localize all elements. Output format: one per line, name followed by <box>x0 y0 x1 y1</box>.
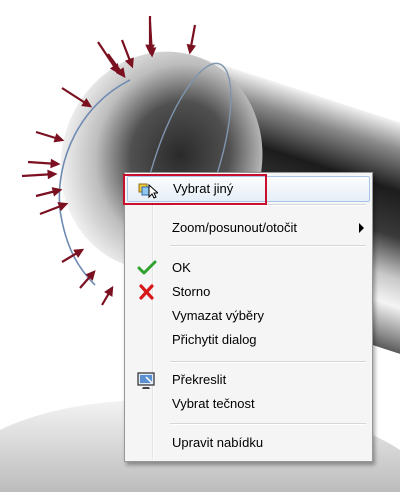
menu-separator <box>170 245 366 247</box>
menu-item-select-tangency[interactable]: Vybrat tečnost <box>127 392 370 416</box>
menu-item-redraw[interactable]: Překreslit <box>127 368 370 392</box>
menu-item-label: Překreslit <box>172 372 227 387</box>
redraw-icon <box>137 372 155 389</box>
force-arrow-head <box>50 158 61 169</box>
menu-item-cancel[interactable]: Storno <box>127 280 370 304</box>
menu-item-label: Vybrat tečnost <box>172 396 255 411</box>
menu-item-customize-menu[interactable]: Upravit nabídku <box>127 431 370 455</box>
force-arrow-head <box>57 202 69 212</box>
force-arrow-head <box>186 43 197 55</box>
menu-item-clear-selections[interactable]: Vymazat výběry <box>127 304 370 328</box>
menu-item-label: Upravit nabídku <box>172 435 264 450</box>
menu-item-label: Storno <box>172 284 211 299</box>
context-menu: Vybrat jiný Zoom/posunout/otočit OK Stor… <box>124 172 373 462</box>
menu-item-label: OK <box>172 260 191 275</box>
force-arrow-head <box>47 169 58 180</box>
menu-separator <box>170 361 366 363</box>
green-check-icon <box>137 260 157 276</box>
submenu-arrow-icon <box>359 223 364 233</box>
menu-item-label: Vymazat výběry <box>172 308 264 323</box>
force-arrow-head <box>104 285 114 297</box>
select-other-icon <box>138 181 160 199</box>
menu-item-label: Přichytit dialog <box>172 332 257 347</box>
menu-separator <box>170 204 366 206</box>
menu-item-ok[interactable]: OK <box>127 256 370 280</box>
force-arrow-head <box>53 133 65 143</box>
menu-item-zoom-pan-rotate[interactable]: Zoom/posunout/otočit <box>127 216 370 240</box>
menu-item-dock-dialog[interactable]: Přichytit dialog <box>127 328 370 352</box>
menu-item-label: Vybrat jiný <box>173 181 234 196</box>
force-arrow-head <box>73 248 85 258</box>
red-x-icon <box>137 284 155 300</box>
menu-item-select-other[interactable]: Vybrat jiný <box>127 176 370 202</box>
menu-separator <box>170 423 366 425</box>
menu-item-label: Zoom/posunout/otočit <box>172 220 298 235</box>
